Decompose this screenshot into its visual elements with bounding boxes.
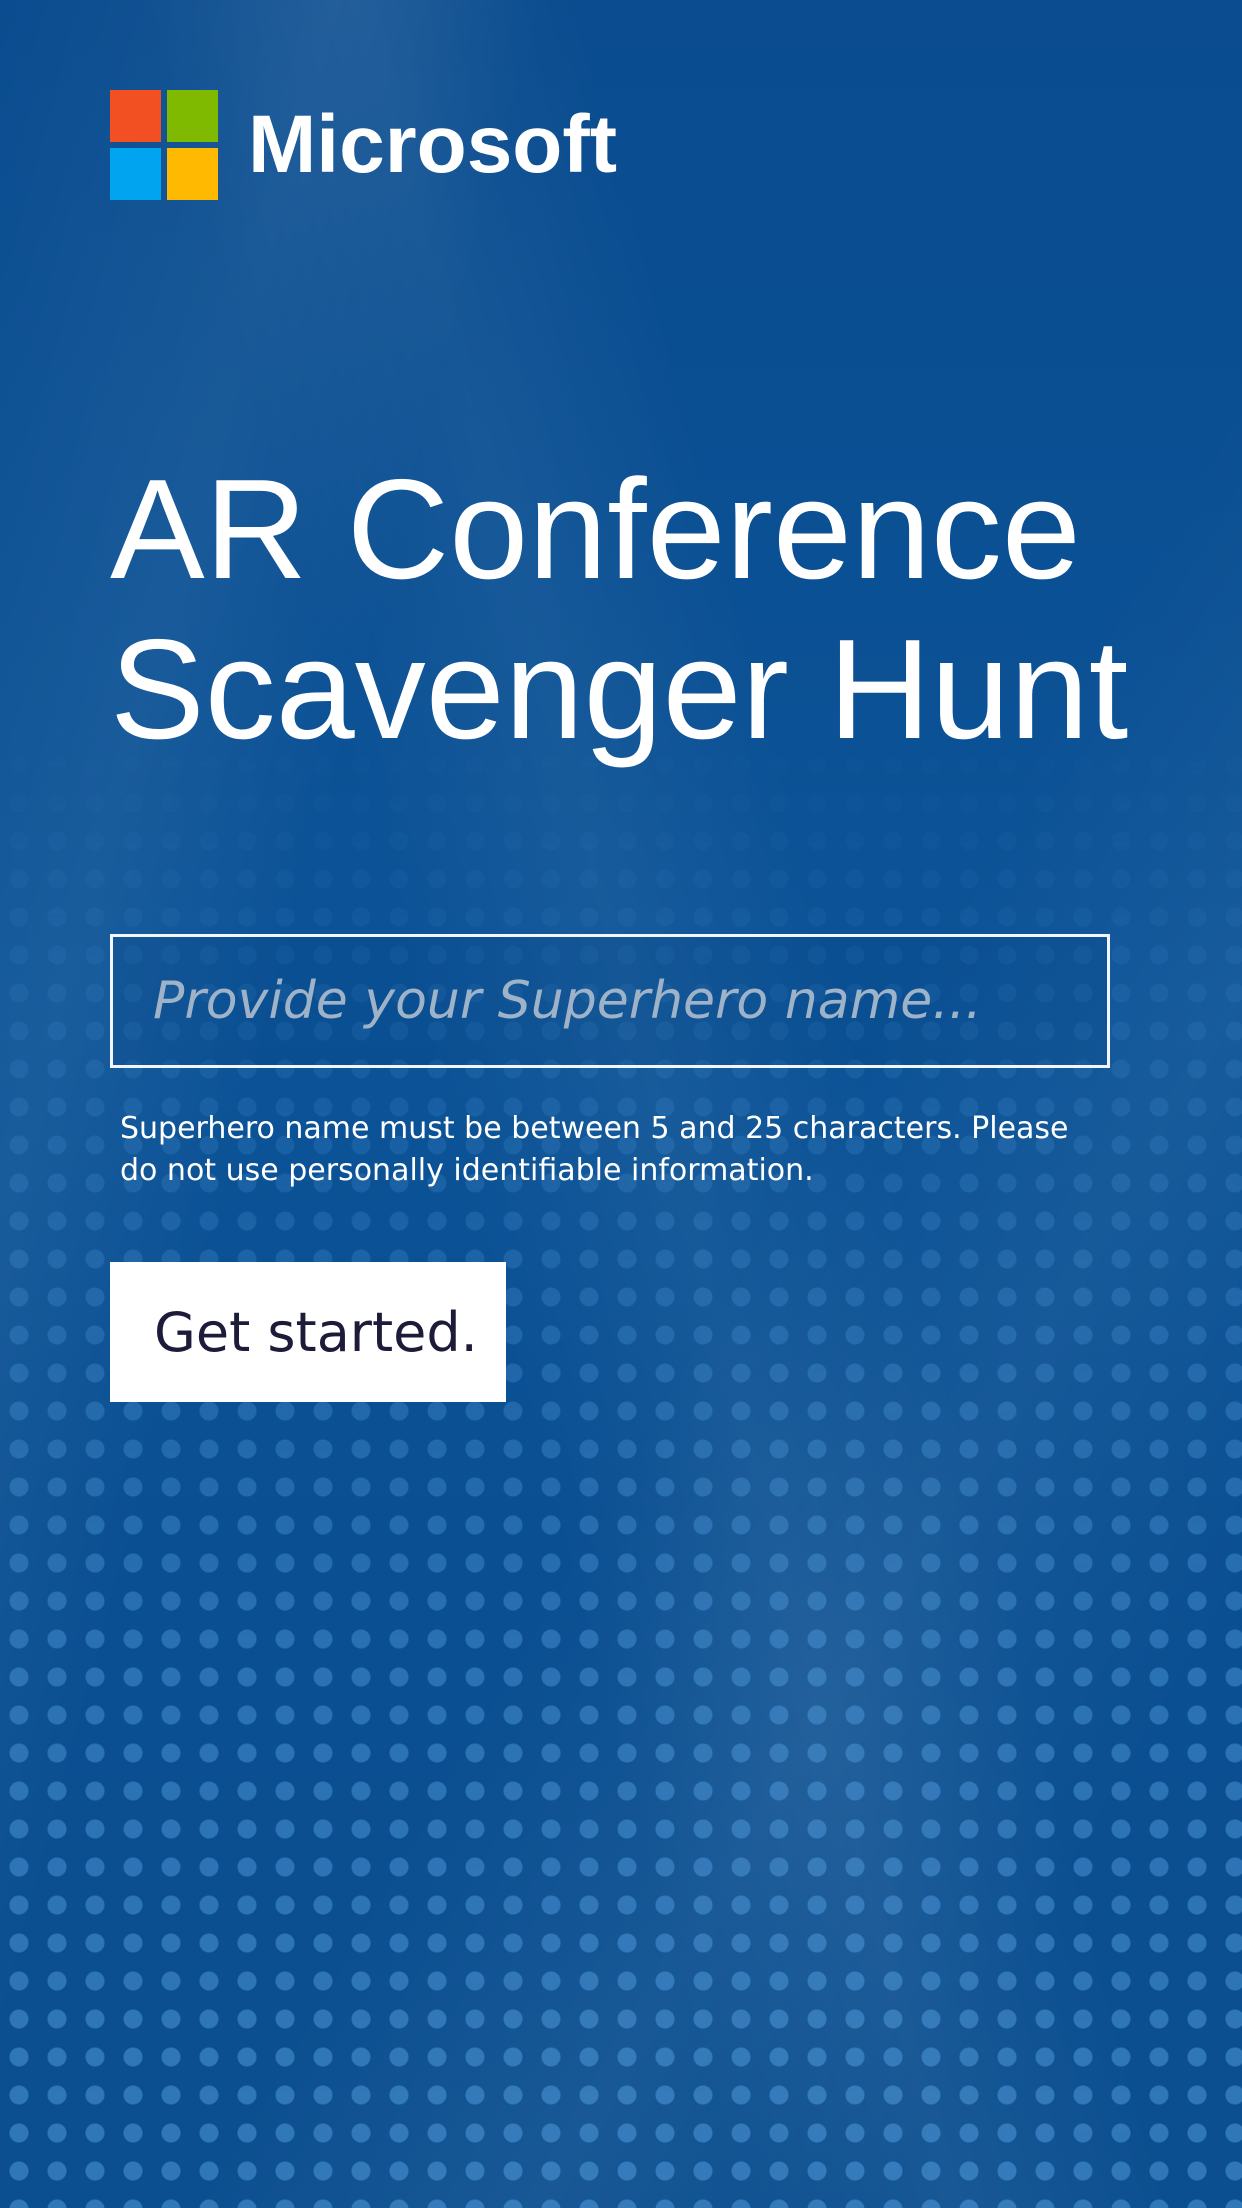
get-started-button[interactable]: Get started.: [110, 1262, 506, 1402]
brand-name: Microsoft: [248, 99, 617, 190]
superhero-name-field: [110, 934, 1110, 1068]
landing-content: Microsoft AR Conference Scavenger Hunt S…: [110, 90, 1129, 1402]
logo-square-yellow: [167, 148, 218, 200]
brand-header: Microsoft: [110, 90, 1110, 200]
logo-square-green: [167, 90, 218, 142]
superhero-name-input[interactable]: [113, 937, 1107, 1065]
logo-square-blue: [110, 148, 161, 200]
page-title-line-1: AR Conference: [110, 450, 1081, 609]
microsoft-logo-icon: [110, 90, 218, 200]
page-title-line-2: Scavenger Hunt: [110, 610, 1129, 769]
logo-square-red: [110, 90, 161, 142]
page-title: AR Conference Scavenger Hunt: [110, 450, 1129, 770]
name-requirements-hint: Superhero name must be between 5 and 25 …: [120, 1111, 1069, 1188]
